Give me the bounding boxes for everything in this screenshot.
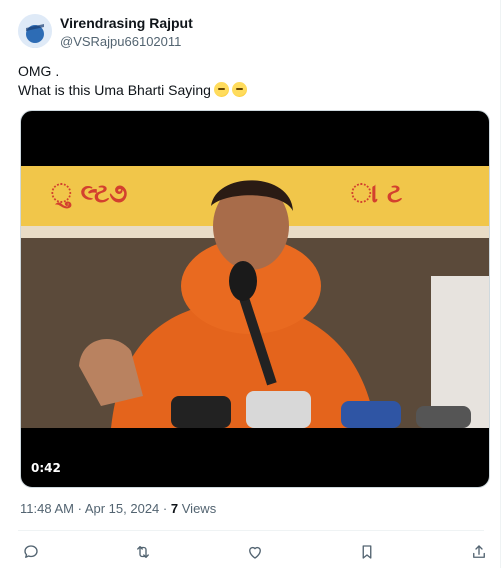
reply-icon: [24, 545, 38, 558]
svg-text:ુ લ્ટ૭: ુ લ્ટ૭: [51, 179, 127, 209]
tweet-text: OMG . What is this Uma Bharti Saying: [18, 62, 478, 100]
divider: [18, 530, 484, 531]
video-player[interactable]: ુ લ્ટ૭ ા ટ 0:42: [20, 110, 490, 488]
views-label: Views: [181, 501, 217, 516]
display-name[interactable]: Virendrasing Rajput: [60, 15, 360, 32]
retweet-button[interactable]: [131, 540, 155, 564]
heart-icon: [249, 546, 261, 559]
share-button[interactable]: [467, 540, 491, 564]
meta-separator: ·: [77, 501, 82, 516]
reply-button[interactable]: [19, 540, 43, 564]
svg-text:ા ટ: ા ટ: [351, 179, 402, 209]
tweet-date[interactable]: Apr 15, 2024: [85, 501, 159, 516]
retweet-icon: [137, 546, 149, 558]
bookmark-button[interactable]: [355, 540, 379, 564]
bookmark-icon: [362, 545, 372, 559]
thinking-face-emoji-icon: [213, 82, 229, 97]
meta-separator: ·: [162, 501, 168, 516]
tweet-time[interactable]: 11:48 AM: [20, 501, 74, 516]
video-duration: 0:42: [31, 461, 61, 475]
action-bar: [0, 538, 502, 568]
like-button[interactable]: [243, 540, 267, 564]
avatar[interactable]: [18, 14, 52, 48]
thinking-face-emoji-icon: [231, 82, 247, 97]
tweet-meta: 11:48 AM · Apr 15, 2024 · 7 Views: [20, 501, 216, 516]
views-count: 7: [170, 501, 179, 516]
tweet-text-line-1: OMG .: [18, 63, 60, 79]
share-icon: [473, 545, 485, 558]
tweet-text-line-2: What is this Uma Bharti Saying: [18, 82, 211, 98]
video-frame: ુ લ્ટ૭ ા ટ: [21, 166, 489, 428]
user-handle[interactable]: @VSRajpu66102011: [60, 33, 360, 50]
